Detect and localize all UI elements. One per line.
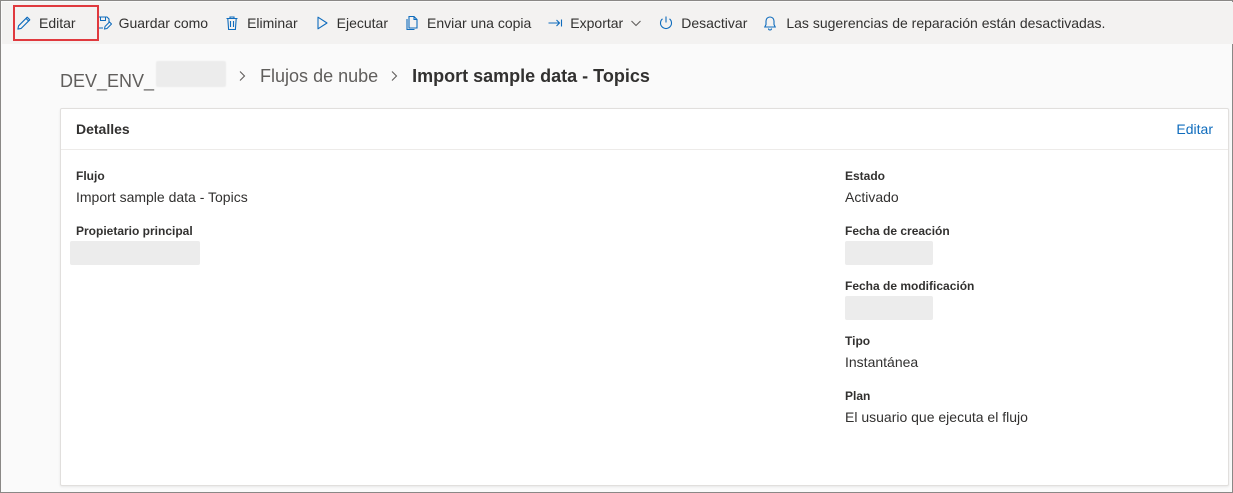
flow-label: Flujo xyxy=(76,169,105,183)
bell-icon xyxy=(764,16,777,31)
type-value: Instantánea xyxy=(845,354,919,370)
export-button-label: Exportar xyxy=(570,15,624,31)
play-icon xyxy=(317,16,328,30)
flow-field: Flujo Import sample data - Topics xyxy=(76,168,248,207)
redacted-owner xyxy=(70,241,200,265)
deactivate-button[interactable]: Desactivar xyxy=(649,2,754,44)
type-field: Tipo Instantánea xyxy=(845,333,918,372)
repair-suggestions-notice: Las sugerencias de reparación están desa… xyxy=(754,2,1105,44)
status-label: Estado xyxy=(845,169,886,183)
save-as-icon xyxy=(97,16,112,30)
edit-button[interactable]: Editar xyxy=(2,2,87,44)
command-bar: Editar Guardar como Eliminar Ejecutar En… xyxy=(2,2,1233,44)
modified-date-label: Fecha de modificación xyxy=(845,279,975,293)
breadcrumb-cloud-flows[interactable]: Flujos de nube xyxy=(260,66,378,87)
details-card: Detalles Editar Flujo Import sample data… xyxy=(60,108,1229,486)
redacted-modified-date xyxy=(845,296,933,320)
plan-field: Plan El usuario que ejecuta el flujo xyxy=(845,388,1028,427)
save-as-button[interactable]: Guardar como xyxy=(87,2,215,44)
created-date-label: Fecha de creación xyxy=(845,224,950,238)
plan-label: Plan xyxy=(845,389,871,403)
created-date-field: Fecha de creación xyxy=(845,223,950,265)
edit-button-label: Editar xyxy=(39,15,76,31)
details-title: Detalles xyxy=(76,121,130,137)
delete-button[interactable]: Eliminar xyxy=(215,2,305,44)
save-as-button-label: Guardar como xyxy=(118,15,209,31)
delete-button-label: Eliminar xyxy=(247,15,298,31)
power-icon xyxy=(660,16,673,30)
chevron-right-icon xyxy=(236,70,248,82)
details-edit-link[interactable]: Editar xyxy=(1176,121,1213,137)
send-copy-button-label: Enviar una copia xyxy=(427,15,532,31)
app-frame: Editar Guardar como Eliminar Ejecutar En… xyxy=(0,0,1233,493)
plan-value: El usuario que ejecuta el flujo xyxy=(845,409,1028,425)
chevron-down-icon xyxy=(631,20,642,27)
breadcrumb-environment[interactable]: DEV_ENV_ xyxy=(60,60,227,92)
export-icon xyxy=(548,19,563,27)
redacted-environment xyxy=(156,60,227,87)
pencil-icon xyxy=(17,16,31,30)
owner-label: Propietario principal xyxy=(76,224,193,238)
run-button-label: Ejecutar xyxy=(336,15,388,31)
copy-icon xyxy=(406,15,418,31)
chevron-right-icon xyxy=(388,70,400,82)
owner-field: Propietario principal xyxy=(70,223,200,265)
run-button[interactable]: Ejecutar xyxy=(305,2,395,44)
modified-date-field: Fecha de modificación xyxy=(845,278,974,320)
flow-value: Import sample data - Topics xyxy=(76,189,248,205)
repair-notice-text: Las sugerencias de reparación están desa… xyxy=(786,15,1106,31)
redacted-created-date xyxy=(845,241,933,265)
export-button[interactable]: Exportar xyxy=(538,2,649,44)
trash-icon xyxy=(226,16,238,31)
details-header: Detalles Editar xyxy=(61,109,1228,150)
send-copy-button[interactable]: Enviar una copia xyxy=(395,2,538,44)
breadcrumb-current-flow: Import sample data - Topics xyxy=(412,65,650,86)
status-value: Activado xyxy=(845,189,899,205)
breadcrumb: DEV_ENV_ Flujos de nube Import sample da… xyxy=(60,60,650,92)
deactivate-button-label: Desactivar xyxy=(681,15,748,31)
type-label: Tipo xyxy=(845,334,871,348)
status-field: Estado Activado xyxy=(845,168,899,207)
